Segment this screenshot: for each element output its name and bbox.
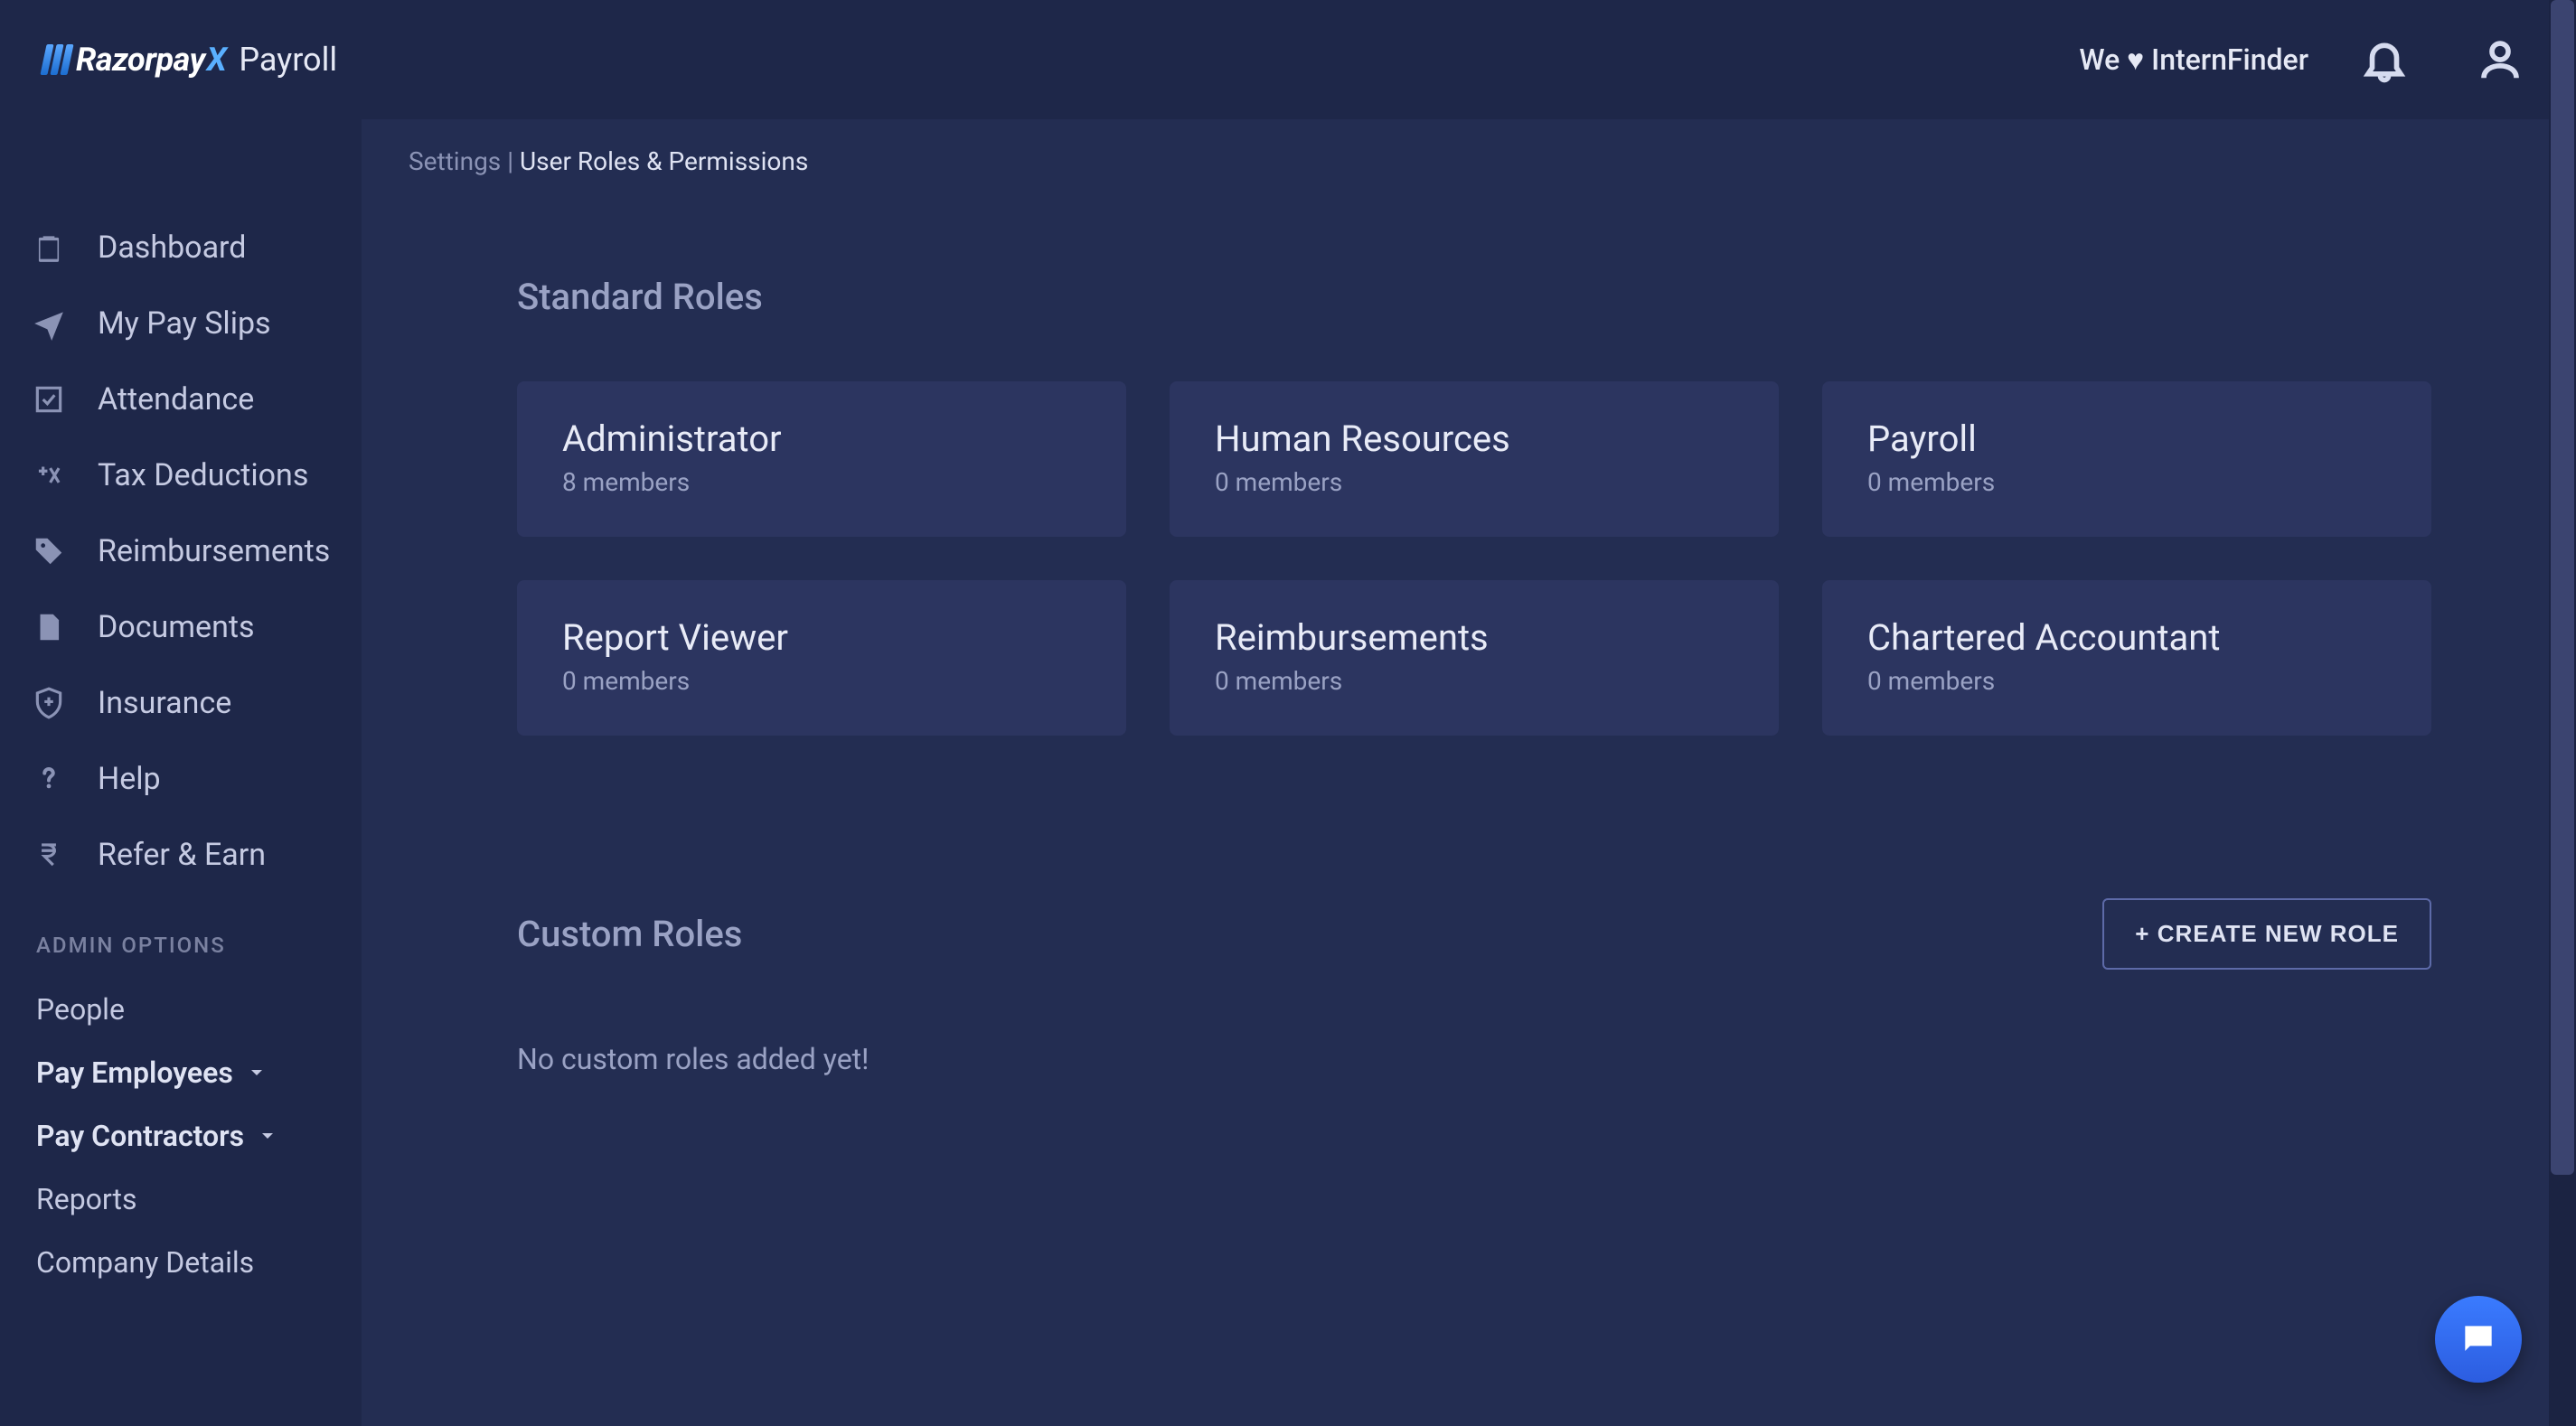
- brand-text-x: X: [207, 41, 227, 79]
- admin-item-label: Pay Contractors: [36, 1119, 244, 1153]
- custom-roles-empty: No custom roles added yet!: [517, 1042, 2431, 1076]
- clipboard-icon: [31, 230, 67, 266]
- brand-stripes-icon: [40, 44, 73, 75]
- role-members: 0 members: [562, 666, 1081, 696]
- check-square-icon: [31, 381, 67, 417]
- role-card-reimbursements[interactable]: Reimbursements 0 members: [1170, 580, 1779, 736]
- role-card-payroll[interactable]: Payroll 0 members: [1822, 381, 2431, 537]
- role-card-administrator[interactable]: Administrator 8 members: [517, 381, 1126, 537]
- sidebar-item-label: My Pay Slips: [98, 305, 271, 342]
- main-content: Settings | User Roles & Permissions Stan…: [362, 119, 2576, 1426]
- admin-item-reports[interactable]: Reports: [0, 1168, 362, 1231]
- admin-item-pay-contractors[interactable]: Pay Contractors: [0, 1104, 362, 1168]
- admin-item-label: Company Details: [36, 1245, 254, 1280]
- custom-roles-title: Custom Roles: [517, 913, 742, 955]
- breadcrumb-current: User Roles & Permissions: [520, 146, 808, 176]
- paper-plane-icon: [31, 305, 67, 342]
- sidebar-item-label: Reimbursements: [98, 533, 330, 569]
- create-new-role-button[interactable]: + CREATE NEW ROLE: [2102, 898, 2431, 970]
- admin-item-pay-employees[interactable]: Pay Employees: [0, 1041, 362, 1104]
- top-header: RazorpayX Payroll We ♥ InternFinder: [0, 0, 2576, 119]
- sidebar-item-tax-deductions[interactable]: Tax Deductions: [0, 437, 362, 513]
- scrollbar-track[interactable]: [2549, 0, 2576, 1426]
- standard-roles-grid: Administrator 8 members Human Resources …: [517, 381, 2431, 736]
- calc-icon: [31, 457, 67, 493]
- bell-icon: [2360, 35, 2409, 84]
- brand-logo[interactable]: RazorpayX Payroll: [43, 41, 337, 79]
- admin-item-people[interactable]: People: [0, 978, 362, 1041]
- admin-item-label: Reports: [36, 1182, 137, 1216]
- role-members: 0 members: [1215, 666, 1734, 696]
- role-card-report-viewer[interactable]: Report Viewer 0 members: [517, 580, 1126, 736]
- standard-roles-title: Standard Roles: [517, 276, 2431, 318]
- role-name: Payroll: [1867, 417, 2386, 460]
- chat-icon: [2458, 1319, 2498, 1359]
- chevron-down-icon: [244, 1060, 269, 1085]
- breadcrumb-parent[interactable]: Settings: [409, 146, 501, 176]
- org-label[interactable]: We ♥ InternFinder: [2079, 42, 2308, 77]
- brand-text-main: Razorpay: [76, 41, 205, 79]
- sidebar-item-reimbursements[interactable]: Reimbursements: [0, 513, 362, 589]
- sidebar-item-label: Help: [98, 761, 161, 797]
- chat-widget-button[interactable]: [2435, 1296, 2522, 1383]
- sidebar-item-label: Dashboard: [98, 230, 246, 266]
- admin-section-label: ADMIN OPTIONS: [0, 893, 362, 978]
- role-card-chartered-accountant[interactable]: Chartered Accountant 0 members: [1822, 580, 2431, 736]
- scrollbar-thumb[interactable]: [2551, 0, 2574, 1175]
- sidebar-item-label: Tax Deductions: [98, 457, 308, 493]
- question-icon: [31, 761, 67, 797]
- sidebar-item-label: Refer & Earn: [98, 837, 266, 873]
- admin-item-label: People: [36, 992, 125, 1027]
- sidebar-item-refer-earn[interactable]: Refer & Earn: [0, 817, 362, 893]
- sidebar-item-label: Documents: [98, 609, 255, 645]
- role-name: Reimbursements: [1215, 616, 1734, 659]
- sidebar-item-documents[interactable]: Documents: [0, 589, 362, 665]
- document-icon: [31, 609, 67, 645]
- role-members: 0 members: [1867, 467, 2386, 497]
- sidebar-item-label: Attendance: [98, 381, 254, 417]
- sidebar-item-insurance[interactable]: Insurance: [0, 665, 362, 741]
- brand-subproduct: Payroll: [239, 41, 337, 79]
- sidebar-item-attendance[interactable]: Attendance: [0, 361, 362, 437]
- sidebar-item-label: Insurance: [98, 685, 231, 721]
- role-members: 8 members: [562, 467, 1081, 497]
- breadcrumb-separator: |: [501, 146, 520, 176]
- role-card-human-resources[interactable]: Human Resources 0 members: [1170, 381, 1779, 537]
- sidebar-item-dashboard[interactable]: Dashboard: [0, 210, 362, 286]
- chevron-down-icon: [255, 1123, 280, 1149]
- role-name: Human Resources: [1215, 417, 1734, 460]
- user-icon: [2476, 35, 2524, 84]
- notifications-button[interactable]: [2345, 20, 2424, 99]
- breadcrumb: Settings | User Roles & Permissions: [409, 119, 2540, 176]
- role-name: Report Viewer: [562, 616, 1081, 659]
- role-name: Chartered Accountant: [1867, 616, 2386, 659]
- tag-icon: [31, 533, 67, 569]
- rupee-icon: [31, 837, 67, 873]
- shield-plus-icon: [31, 685, 67, 721]
- sidebar-item-help[interactable]: Help: [0, 741, 362, 817]
- sidebar: Dashboard My Pay Slips Attendance Tax De…: [0, 119, 362, 1426]
- account-button[interactable]: [2460, 20, 2540, 99]
- role-members: 0 members: [1215, 467, 1734, 497]
- role-name: Administrator: [562, 417, 1081, 460]
- admin-item-label: Pay Employees: [36, 1055, 233, 1090]
- sidebar-item-pay-slips[interactable]: My Pay Slips: [0, 286, 362, 361]
- admin-item-company-details[interactable]: Company Details: [0, 1231, 362, 1294]
- role-members: 0 members: [1867, 666, 2386, 696]
- brand-mark: RazorpayX: [43, 41, 226, 79]
